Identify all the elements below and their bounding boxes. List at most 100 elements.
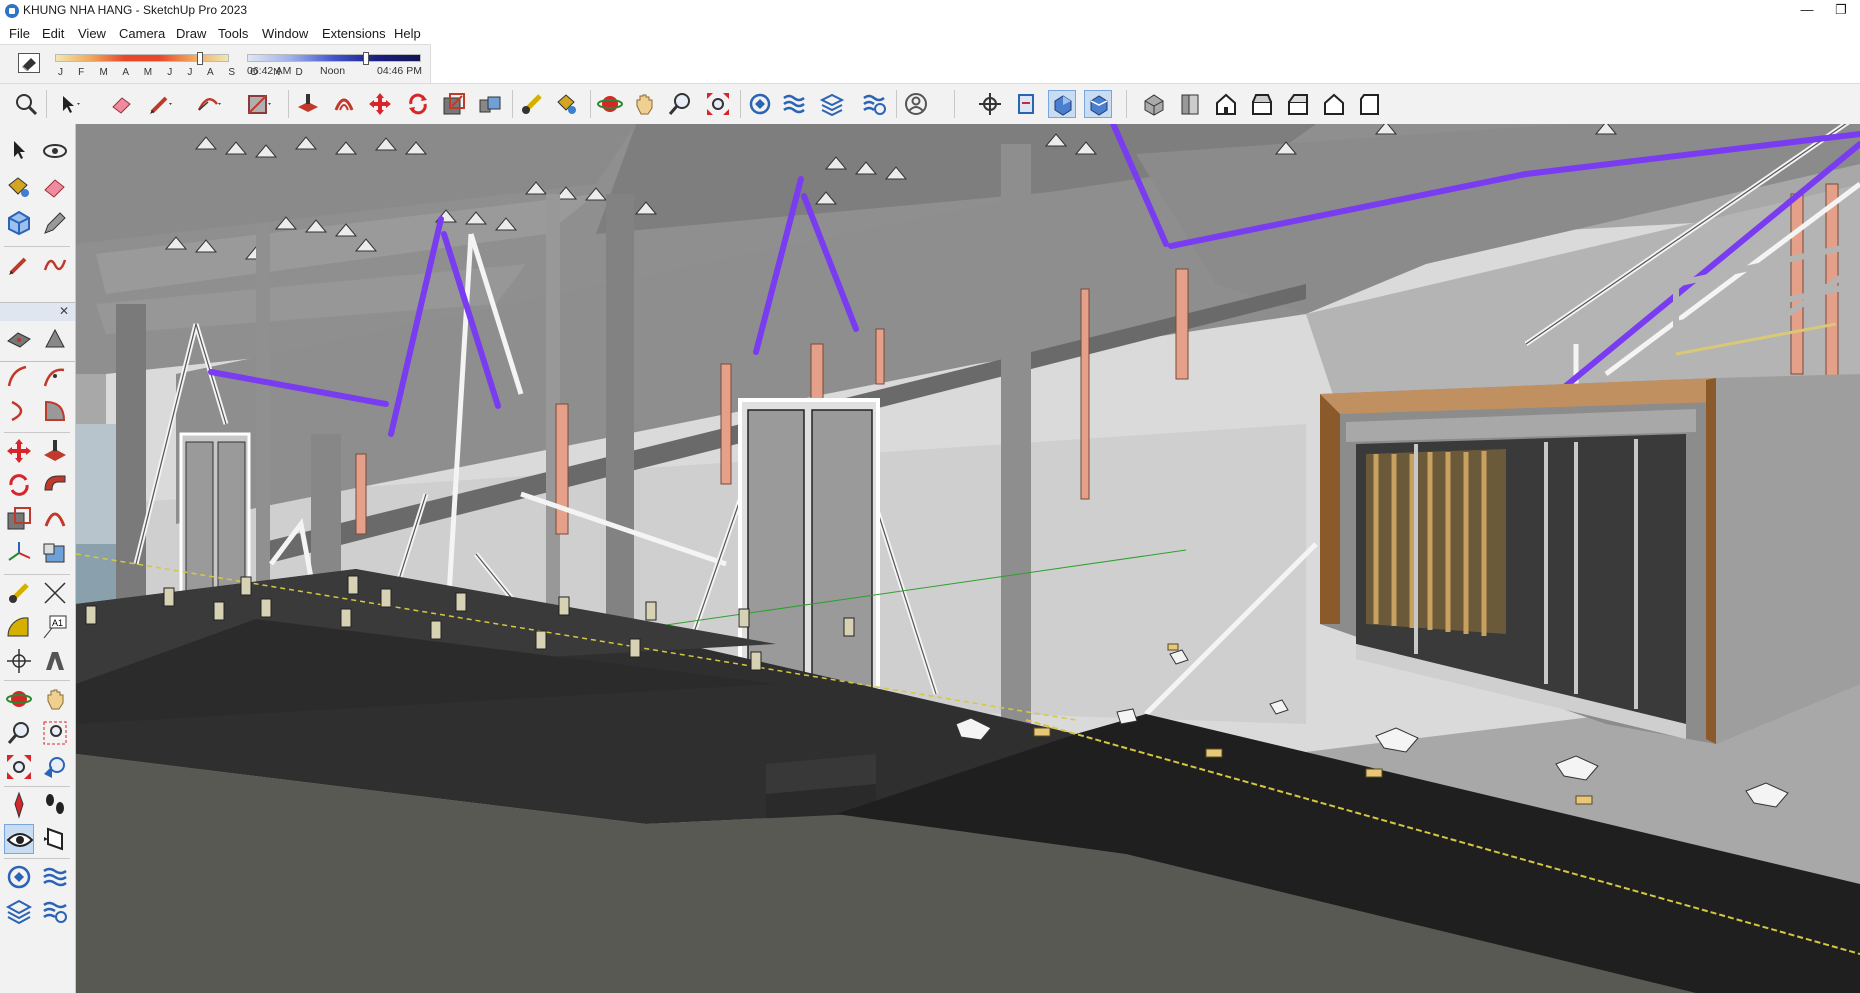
shadow-toggle-icon[interactable] [18,53,40,73]
paint-icon[interactable] [4,172,34,202]
zoom-icon[interactable] [4,718,34,748]
rectangle-icon[interactable] [4,325,34,355]
account-icon[interactable] [902,90,935,118]
menu-draw[interactable]: Draw [176,26,206,41]
axes-icon[interactable] [4,646,34,676]
iso-view-icon[interactable] [1140,90,1168,118]
pencil-icon[interactable] [146,90,174,118]
arc-icon[interactable] [194,90,222,118]
menu-view[interactable]: View [78,26,106,41]
minimize-button[interactable]: — [1790,0,1824,22]
follow-me-icon[interactable] [476,90,504,118]
layout-icon[interactable] [818,90,846,118]
component-icon[interactable] [4,208,34,238]
menu-extensions[interactable]: Extensions [322,26,386,41]
menu-tools[interactable]: Tools [218,26,248,41]
close-icon[interactable]: ✕ [59,304,69,318]
arc-icon[interactable] [4,396,34,426]
menu-help[interactable]: Help [394,26,421,41]
menu-window[interactable]: Window [262,26,308,41]
bottom-view-icon[interactable] [1356,90,1384,118]
left-view-icon[interactable] [1320,90,1348,118]
section-plane-icon[interactable] [1012,90,1040,118]
column [606,194,634,684]
previous-view-icon[interactable] [40,752,70,782]
freehand-icon[interactable] [40,250,70,280]
warehouse-icon[interactable] [746,90,774,118]
date-slider[interactable] [55,52,229,65]
extension-manager-icon[interactable] [40,896,70,926]
3d-text-icon[interactable] [40,646,70,676]
zoom-window-icon[interactable] [40,718,70,748]
orbit-icon[interactable] [4,684,34,714]
rectangle-icon[interactable] [244,90,272,118]
scale-icon[interactable] [440,90,468,118]
time-slider[interactable] [247,52,421,65]
extension-warehouse-icon[interactable] [780,90,808,118]
scale-icon[interactable] [4,504,34,534]
position-camera-icon[interactable] [976,90,1004,118]
panel-header: ✕ [0,303,75,321]
back-view-icon[interactable] [1284,90,1312,118]
warehouse-icon[interactable] [4,862,34,892]
rotate-icon[interactable] [4,470,34,500]
restore-button[interactable]: ❐ [1824,0,1858,22]
move-icon[interactable] [366,90,394,118]
menu-bar: File Edit View Camera Draw Tools Window … [0,22,1860,44]
pan-icon[interactable] [40,684,70,714]
menu-edit[interactable]: Edit [42,26,64,41]
position-camera-icon[interactable] [4,790,34,820]
zoom-extents-icon[interactable] [4,752,34,782]
push-pull-icon[interactable] [294,90,322,118]
protractor-icon[interactable] [4,612,34,642]
walk-icon[interactable] [40,790,70,820]
pan-icon[interactable] [630,90,658,118]
menu-camera[interactable]: Camera [119,26,165,41]
offset-icon[interactable] [40,504,70,534]
section-fill-icon[interactable] [1084,90,1112,118]
search-icon[interactable] [12,90,40,118]
select-arrow-icon[interactable] [54,90,82,118]
tape-measure-icon[interactable] [4,578,34,608]
tape-measure-icon[interactable] [518,90,546,118]
shadows-toolbar: J F M A M J J A S O N D 06:42 AM Noon 04… [0,44,431,84]
push-pull-icon[interactable] [40,436,70,466]
extension-warehouse-icon[interactable] [40,862,70,892]
layout-icon[interactable] [4,896,34,926]
time-slider-handle[interactable] [363,52,369,65]
menu-file[interactable]: File [9,26,30,41]
dimension-icon[interactable] [40,578,70,608]
orbit-icon[interactable] [40,136,70,166]
extension-manager-icon[interactable] [860,90,888,118]
paint-bucket-icon[interactable] [552,90,580,118]
orbit-icon[interactable] [596,90,624,118]
pie-icon[interactable] [40,396,70,426]
front-view-icon[interactable] [1212,90,1240,118]
zoom-extents-icon[interactable] [704,90,732,118]
model-viewport[interactable] [76,124,1860,993]
arc-icon[interactable] [4,362,34,392]
floating-tool-panel: ✕ [0,302,75,362]
select-icon[interactable] [4,136,34,166]
section-plane-icon[interactable] [40,824,70,854]
tag-icon[interactable] [40,208,70,238]
move-icon[interactable] [4,436,34,466]
text-icon[interactable]: A1 [40,612,70,642]
rotate-icon[interactable] [404,90,432,118]
follow-me-icon[interactable] [40,470,70,500]
top-view-icon[interactable] [1176,90,1204,118]
offset-icon[interactable] [330,90,358,118]
look-around-icon[interactable] [4,824,34,854]
eraser-icon[interactable] [40,172,70,202]
date-slider-handle[interactable] [197,52,203,65]
section-cut-icon[interactable] [1048,90,1076,118]
time-start-label: 06:42 AM [247,65,292,77]
axes-icon[interactable] [4,538,34,568]
right-view-icon[interactable] [1248,90,1276,118]
pencil-icon[interactable] [4,250,34,280]
rotated-rectangle-icon[interactable] [40,325,70,355]
zoom-icon[interactable] [666,90,694,118]
3d-text-icon[interactable] [40,538,70,568]
arc-icon[interactable] [40,362,70,392]
eraser-icon[interactable] [108,90,136,118]
